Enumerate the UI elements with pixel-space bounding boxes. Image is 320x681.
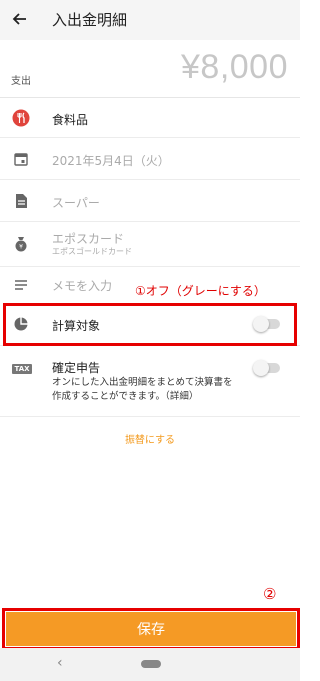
tax-desc-end: ） bbox=[188, 391, 199, 402]
category-row[interactable]: 食料品 bbox=[0, 98, 300, 138]
nav-home-icon[interactable] bbox=[141, 660, 161, 668]
account-sub-value: エポスゴールドカード bbox=[52, 247, 132, 256]
tax-detail-link[interactable]: 詳細 bbox=[170, 391, 189, 402]
account-value: エポスカード bbox=[52, 232, 125, 246]
tax-label: 確定申告 bbox=[52, 361, 101, 375]
tax-badge: TAX bbox=[12, 364, 32, 374]
date-row[interactable]: 2021年5月4日（火） bbox=[0, 138, 300, 180]
svg-text:¥: ¥ bbox=[19, 244, 23, 251]
tax-desc-line1: オンにした入出金明細をまとめて決算書を bbox=[52, 377, 233, 388]
tax-toggle[interactable] bbox=[253, 360, 280, 376]
app-bar: 入出金明細 bbox=[0, 0, 300, 40]
highlight-box-calc bbox=[3, 303, 297, 346]
annotation-step1: ①オフ（グレーにする） bbox=[135, 284, 266, 298]
transfer-link[interactable]: 振替にする bbox=[0, 431, 300, 446]
annotation-step2: ② bbox=[263, 585, 277, 603]
memo-lines-icon bbox=[12, 276, 30, 294]
system-nav-bar: ‹ bbox=[0, 648, 300, 681]
fork-knife-icon bbox=[12, 109, 30, 127]
nav-back-icon[interactable]: ‹ bbox=[57, 655, 63, 671]
wallet-icon: ¥ bbox=[12, 235, 30, 253]
back-arrow-icon[interactable] bbox=[10, 9, 30, 29]
document-icon bbox=[12, 192, 30, 210]
shop-row[interactable]: スーパー bbox=[0, 180, 300, 222]
memo-input[interactable]: メモを入力 bbox=[52, 277, 112, 294]
calendar-icon bbox=[12, 150, 30, 168]
save-button[interactable]: 保存 bbox=[6, 612, 296, 646]
account-row[interactable]: ¥ エポスカード エポスゴールドカード bbox=[0, 222, 300, 267]
date-value: 2021年5月4日（火） bbox=[52, 154, 170, 168]
toggle-knob bbox=[253, 360, 269, 376]
transaction-type-label[interactable]: 支出 bbox=[11, 72, 31, 87]
shop-value: スーパー bbox=[52, 196, 100, 210]
amount-value[interactable]: ¥8,000 bbox=[181, 48, 288, 87]
tax-description: オンにした入出金明細をまとめて決算書を 作成することができます。（詳細） bbox=[52, 376, 262, 404]
tax-badge-icon: TAX bbox=[12, 360, 32, 378]
tax-desc-line2: 作成することができます。（ bbox=[52, 391, 170, 402]
category-value: 食料品 bbox=[52, 113, 89, 127]
amount-row[interactable]: 支出 ¥8,000 bbox=[0, 40, 300, 98]
page-title: 入出金明細 bbox=[52, 11, 128, 29]
